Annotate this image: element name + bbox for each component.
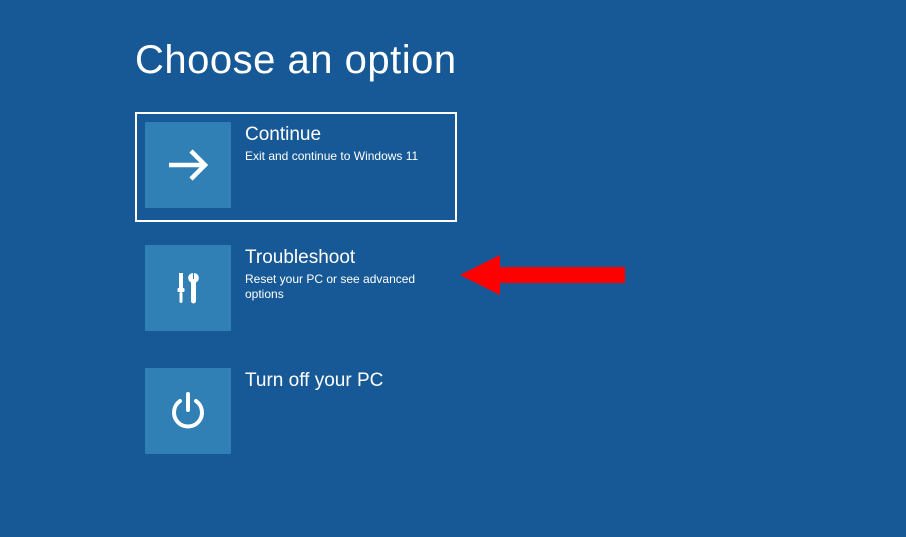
turnoff-text: Turn off your PC [231,368,383,393]
troubleshoot-title: Troubleshoot [245,247,447,270]
tools-icon [145,245,231,331]
continue-title: Continue [245,124,418,147]
continue-option[interactable]: Continue Exit and continue to Windows 11 [135,112,457,222]
continue-text: Continue Exit and continue to Windows 11 [231,122,418,164]
power-icon [145,368,231,454]
troubleshoot-text: Troubleshoot Reset your PC or see advanc… [231,245,447,303]
turnoff-title: Turn off your PC [245,370,383,393]
arrow-right-icon [145,122,231,208]
page-title: Choose an option [135,38,457,83]
options-list: Continue Exit and continue to Windows 11… [135,112,457,481]
turnoff-option[interactable]: Turn off your PC [135,358,457,468]
troubleshoot-option[interactable]: Troubleshoot Reset your PC or see advanc… [135,235,457,345]
annotation-arrow [460,250,640,300]
troubleshoot-description: Reset your PC or see advanced options [245,272,447,303]
continue-description: Exit and continue to Windows 11 [245,149,418,165]
